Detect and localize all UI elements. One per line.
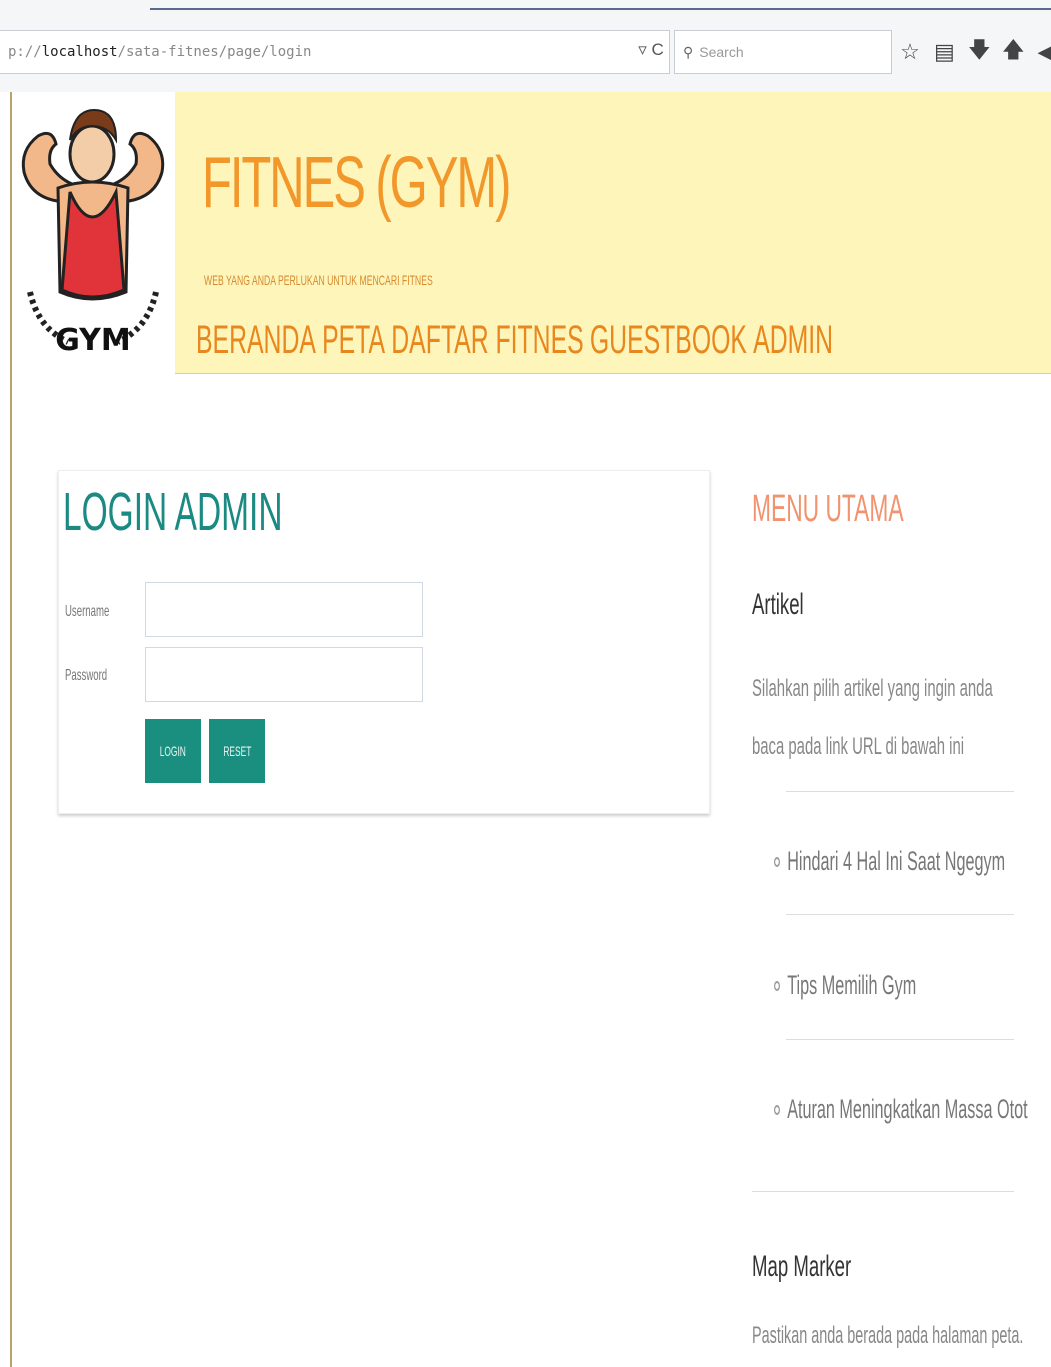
site-title: FITNES (GYM) — [202, 143, 511, 223]
artikel-description: Silahkan pilih artikel yang ingin anda b… — [752, 675, 993, 760]
article-link[interactable]: Hindari 4 Hal Ini Saat Ngegym — [774, 846, 1005, 877]
article-link-label: Tips Memilih Gym — [787, 970, 917, 1000]
menu-title: MENU UTAMA — [752, 488, 904, 530]
article-link[interactable]: Aturan Meningkatkan Massa Otot — [774, 1094, 1028, 1125]
password-label: Password — [65, 667, 108, 684]
gym-logo: GYM — [12, 92, 175, 374]
login-button[interactable]: LOGIN — [145, 719, 201, 783]
divider — [786, 914, 1014, 915]
username-label: Username — [65, 603, 110, 620]
divider — [786, 791, 1014, 792]
login-card: LOGIN ADMIN Username Password LOGIN RESE… — [58, 470, 710, 814]
login-button-label: LOGIN — [159, 743, 187, 759]
url-prefix: p:// — [8, 44, 42, 60]
divider — [786, 1039, 1014, 1040]
site-header: GYM FITNES (GYM) WEB YANG ANDA PERLUKAN … — [12, 92, 1051, 374]
star-icon[interactable]: ☆ — [900, 39, 920, 65]
url-path: /sata-fitnes/page/login — [117, 44, 312, 60]
article-link-label: Aturan Meningkatkan Massa Otot — [787, 1094, 1028, 1124]
search-placeholder: Search — [699, 44, 744, 60]
password-input[interactable] — [145, 647, 423, 702]
artikel-heading: Artikel — [752, 588, 804, 621]
reload-icon[interactable]: ▿ C — [636, 40, 666, 64]
username-input[interactable] — [145, 582, 423, 637]
address-bar[interactable]: p://localhost/sata-fitnes/page/login — [0, 30, 670, 74]
map-marker-description: Pastikan anda berada pada halaman peta. — [752, 1322, 1024, 1349]
logo-text: GYM — [55, 323, 131, 358]
nav-admin[interactable]: ADMIN — [753, 318, 833, 363]
search-icon: ⚲ — [683, 43, 694, 60]
main-nav: BERANDA PETA DAFTAR FITNES GUESTBOOK ADM… — [196, 318, 833, 363]
bullet-icon — [774, 856, 780, 867]
bullet-icon — [774, 1104, 780, 1115]
article-link-label: Hindari 4 Hal Ini Saat Ngegym — [787, 846, 1006, 876]
article-link[interactable]: Tips Memilih Gym — [774, 970, 916, 1001]
browser-toolbar: p://localhost/sata-fitnes/page/login ▿ C… — [0, 0, 1051, 92]
bullet-icon — [774, 980, 780, 991]
nav-daftar-fitnes[interactable]: DAFTAR FITNES — [391, 318, 583, 363]
nav-guestbook[interactable]: GUESTBOOK — [590, 318, 747, 363]
send-icon[interactable]: ◀ — [1036, 39, 1051, 65]
download-icon[interactable]: 🡇 — [968, 33, 991, 71]
map-marker-heading: Map Marker — [752, 1250, 852, 1283]
toolbar-icons: ☆ ▤ 🡇 🡅 ◀ — [900, 34, 1051, 70]
site-tagline: WEB YANG ANDA PERLUKAN UNTUK MENCARI FIT… — [204, 272, 433, 288]
browser-search-input[interactable]: ⚲ Search — [674, 30, 892, 74]
reset-button-label: RESET — [222, 743, 252, 759]
reset-button[interactable]: RESET — [209, 719, 265, 783]
nav-peta[interactable]: PETA — [322, 318, 385, 363]
login-title: LOGIN ADMIN — [63, 482, 283, 542]
divider — [752, 1191, 1014, 1192]
url-host: localhost — [41, 44, 118, 60]
tab-strip — [150, 8, 1051, 10]
home-icon[interactable]: 🡅 — [1002, 33, 1025, 71]
nav-beranda[interactable]: BERANDA — [196, 318, 316, 363]
reading-list-icon[interactable]: ▤ — [934, 39, 955, 65]
